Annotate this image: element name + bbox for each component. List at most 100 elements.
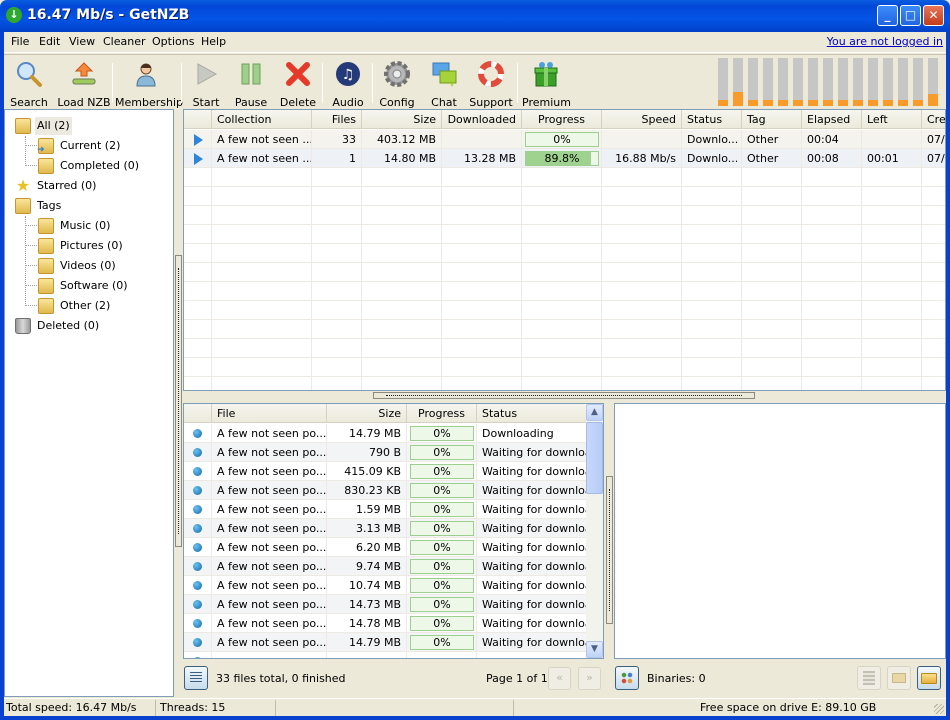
binaries-action-button-2[interactable] xyxy=(887,666,911,690)
maximize-button[interactable]: □ xyxy=(900,5,921,26)
file-row[interactable]: A few not seen po... 9.74 MB 0% Waiting for… xyxy=(184,557,587,576)
files-scrollbar[interactable]: ▲ ▼ xyxy=(586,404,603,658)
col-speed-header[interactable]: Speed xyxy=(602,110,682,129)
file-row[interactable]: A few not seen po... 6.20 MB 0% Waiting for… xyxy=(184,538,587,557)
pause-button[interactable]: Pause xyxy=(232,57,270,109)
menu-view[interactable]: View xyxy=(69,35,95,48)
audio-button[interactable]: ♫ Audio xyxy=(330,57,366,109)
stack-icon xyxy=(863,671,875,685)
login-status-link[interactable]: You are not logged in xyxy=(827,35,943,48)
collection-files xyxy=(312,358,362,377)
toolbar-separator xyxy=(112,63,113,103)
collection-elapsed xyxy=(802,377,862,390)
col-file-status-header[interactable]: Status xyxy=(477,404,589,423)
collection-tag xyxy=(742,377,802,390)
col-file-progress-header[interactable]: Progress xyxy=(407,404,477,423)
connection-meter-bar xyxy=(928,58,938,106)
collection-left xyxy=(862,282,922,301)
file-row[interactable]: A few not seen po... 14.73 MB 0% Waiting fo… xyxy=(184,595,587,614)
connection-meter-bar xyxy=(853,58,863,106)
binaries-splitter[interactable] xyxy=(606,476,613,624)
panel-splitter[interactable] xyxy=(373,392,755,399)
binaries-view-button[interactable] xyxy=(615,666,639,690)
file-list-button[interactable] xyxy=(184,666,208,690)
open-folder-button[interactable] xyxy=(917,666,941,690)
menu-cleaner[interactable]: Cleaner xyxy=(103,35,146,48)
file-row[interactable] xyxy=(184,652,587,658)
col-file-size-header[interactable]: Size xyxy=(327,404,407,423)
scroll-down-button[interactable]: ▼ xyxy=(586,641,603,658)
menu-edit[interactable]: Edit xyxy=(39,35,60,48)
next-page-button[interactable]: » xyxy=(578,667,601,690)
minimize-button[interactable]: _ xyxy=(877,5,898,26)
col-size-header[interactable]: Size xyxy=(362,110,442,129)
file-icon-cell xyxy=(184,443,212,462)
config-button[interactable]: Config xyxy=(378,57,416,109)
collection-status xyxy=(682,358,742,377)
collection-tag xyxy=(742,301,802,320)
collection-size xyxy=(362,320,442,339)
progress-label: 0% xyxy=(433,427,451,440)
delete-button[interactable]: Delete xyxy=(278,57,318,109)
menu-options[interactable]: Options xyxy=(152,35,194,48)
collection-speed: 16.88 Mb/s xyxy=(602,149,682,168)
connection-meter-bar xyxy=(748,58,758,106)
membership-button[interactable]: Membership xyxy=(115,57,183,109)
col-created-header[interactable]: Cre xyxy=(922,110,945,129)
start-button[interactable]: Start xyxy=(187,57,225,109)
binaries-action-button-1[interactable] xyxy=(857,666,881,690)
play-icon[interactable] xyxy=(194,153,203,165)
file-row[interactable]: A few not seen po... 14.79 MB 0% Downloadin… xyxy=(184,424,587,443)
sidebar-splitter[interactable] xyxy=(175,255,182,547)
close-button[interactable]: ✕ xyxy=(923,5,944,26)
search-button[interactable]: Search xyxy=(8,57,50,109)
chat-button[interactable]: Chat xyxy=(427,57,461,109)
resize-grip[interactable] xyxy=(934,704,944,714)
file-row[interactable]: A few not seen po... 10.74 MB 0% Waiting fo… xyxy=(184,576,587,595)
folder-icon xyxy=(15,198,31,214)
support-button[interactable]: Support xyxy=(469,57,513,109)
connection-meter-bar xyxy=(733,58,743,106)
file-row[interactable]: A few not seen po... 14.79 MB 0% Waiting fo… xyxy=(184,633,587,652)
file-row[interactable]: A few not seen po... 790 B 0% Waiting for d… xyxy=(184,443,587,462)
file-row[interactable]: A few not seen po... 1.59 MB 0% Waiting for… xyxy=(184,500,587,519)
collection-elapsed xyxy=(802,282,862,301)
file-size: 1.59 MB xyxy=(327,500,407,519)
play-icon[interactable] xyxy=(194,134,203,146)
collection-created xyxy=(922,244,945,263)
connection-meter-fill xyxy=(748,100,758,106)
premium-button[interactable]: Premium xyxy=(522,57,571,109)
col-tag-header[interactable]: Tag xyxy=(742,110,802,129)
file-row[interactable]: A few not seen po... 14.78 MB 0% Waiting fo… xyxy=(184,614,587,633)
file-row[interactable]: A few not seen po... 830.23 KB 0% Waiting f… xyxy=(184,481,587,500)
collection-row[interactable]: A few not seen ... 33 403.12 MB 0% Downlo...… xyxy=(184,130,945,149)
file-row[interactable]: A few not seen po... 415.09 KB 0% Waiting f… xyxy=(184,462,587,481)
progress-label: 0% xyxy=(433,503,451,516)
toolbar-separator xyxy=(517,63,518,103)
collection-row[interactable]: A few not seen ... 1 14.80 MB 13.28 MB 89.8%… xyxy=(184,149,945,168)
col-file-header[interactable]: File xyxy=(212,404,327,423)
menu-file[interactable]: File xyxy=(11,35,29,48)
col-downloaded-header[interactable]: Downloaded xyxy=(442,110,522,129)
file-status-dot-icon xyxy=(193,505,202,514)
scroll-thumb[interactable] xyxy=(586,422,603,494)
audio-label: Audio xyxy=(332,96,364,109)
col-files-header[interactable]: Files xyxy=(312,110,362,129)
col-left-header[interactable]: Left xyxy=(862,110,922,129)
collection-downloaded xyxy=(442,358,522,377)
col-elapsed-header[interactable]: Elapsed xyxy=(802,110,862,129)
connection-meter-fill xyxy=(733,92,743,106)
menu-help[interactable]: Help xyxy=(201,35,226,48)
tree-item-label: Completed (0) xyxy=(60,159,140,172)
col-status-header[interactable]: Status xyxy=(682,110,742,129)
load-nzb-button[interactable]: Load NZB xyxy=(56,57,112,109)
connection-meter-fill xyxy=(778,100,788,106)
col-progress-header[interactable]: Progress xyxy=(522,110,602,129)
scroll-up-button[interactable]: ▲ xyxy=(586,404,603,421)
file-row[interactable]: A few not seen po... 3.13 MB 0% Waiting for… xyxy=(184,519,587,538)
connection-meter-bar xyxy=(898,58,908,106)
col-collection-header[interactable]: Collection xyxy=(212,110,312,129)
load-nzb-icon xyxy=(70,60,98,88)
prev-page-button[interactable]: « xyxy=(548,667,571,690)
collection-status xyxy=(682,339,742,358)
